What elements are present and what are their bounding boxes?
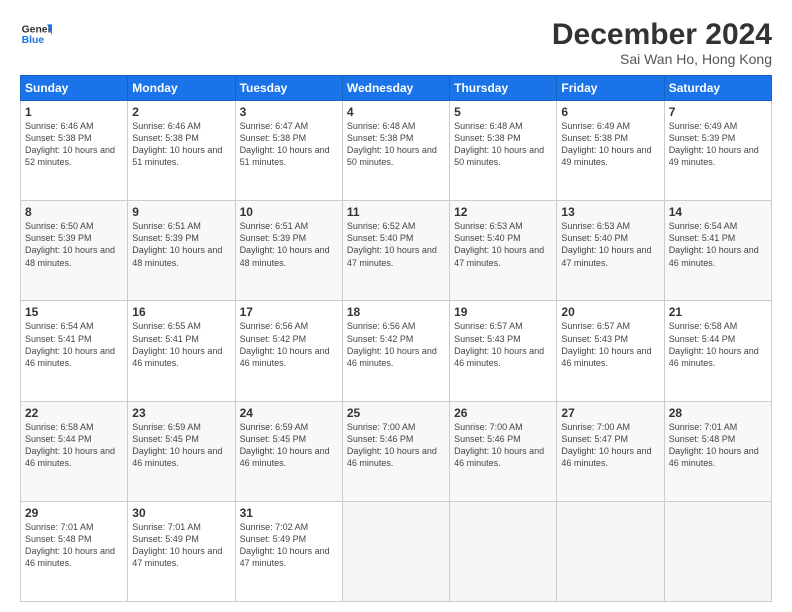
day-29: 29 Sunrise: 7:01 AMSunset: 5:48 PMDaylig…	[21, 501, 128, 601]
col-tuesday: Tuesday	[235, 76, 342, 101]
col-monday: Monday	[128, 76, 235, 101]
day-3: 3 Sunrise: 6:47 AMSunset: 5:38 PMDayligh…	[235, 101, 342, 201]
day-24: 24 Sunrise: 6:59 AMSunset: 5:45 PMDaylig…	[235, 401, 342, 501]
day-14: 14 Sunrise: 6:54 AMSunset: 5:41 PMDaylig…	[664, 201, 771, 301]
empty-cell-3	[557, 501, 664, 601]
day-31: 31 Sunrise: 7:02 AMSunset: 5:49 PMDaylig…	[235, 501, 342, 601]
day-10: 10 Sunrise: 6:51 AMSunset: 5:39 PMDaylig…	[235, 201, 342, 301]
logo: General Blue	[20, 18, 52, 50]
day-26: 26 Sunrise: 7:00 AMSunset: 5:46 PMDaylig…	[450, 401, 557, 501]
day-19: 19 Sunrise: 6:57 AMSunset: 5:43 PMDaylig…	[450, 301, 557, 401]
day-16: 16 Sunrise: 6:55 AMSunset: 5:41 PMDaylig…	[128, 301, 235, 401]
week-4: 22 Sunrise: 6:58 AMSunset: 5:44 PMDaylig…	[21, 401, 772, 501]
svg-text:General: General	[22, 24, 52, 35]
page: General Blue December 2024 Sai Wan Ho, H…	[0, 0, 792, 612]
header: General Blue December 2024 Sai Wan Ho, H…	[20, 18, 772, 67]
day-1: 1 Sunrise: 6:46 AMSunset: 5:38 PMDayligh…	[21, 101, 128, 201]
col-thursday: Thursday	[450, 76, 557, 101]
day-4: 4 Sunrise: 6:48 AMSunset: 5:38 PMDayligh…	[342, 101, 449, 201]
subtitle: Sai Wan Ho, Hong Kong	[552, 51, 772, 67]
day-22: 22 Sunrise: 6:58 AMSunset: 5:44 PMDaylig…	[21, 401, 128, 501]
svg-text:Blue: Blue	[22, 35, 45, 46]
day-18: 18 Sunrise: 6:56 AMSunset: 5:42 PMDaylig…	[342, 301, 449, 401]
day-13: 13 Sunrise: 6:53 AMSunset: 5:40 PMDaylig…	[557, 201, 664, 301]
header-row: Sunday Monday Tuesday Wednesday Thursday…	[21, 76, 772, 101]
day-6: 6 Sunrise: 6:49 AMSunset: 5:38 PMDayligh…	[557, 101, 664, 201]
day-8: 8 Sunrise: 6:50 AMSunset: 5:39 PMDayligh…	[21, 201, 128, 301]
day-23: 23 Sunrise: 6:59 AMSunset: 5:45 PMDaylig…	[128, 401, 235, 501]
day-15: 15 Sunrise: 6:54 AMSunset: 5:41 PMDaylig…	[21, 301, 128, 401]
calendar-table: Sunday Monday Tuesday Wednesday Thursday…	[20, 75, 772, 602]
col-sunday: Sunday	[21, 76, 128, 101]
week-5: 29 Sunrise: 7:01 AMSunset: 5:48 PMDaylig…	[21, 501, 772, 601]
col-friday: Friday	[557, 76, 664, 101]
col-saturday: Saturday	[664, 76, 771, 101]
day-17: 17 Sunrise: 6:56 AMSunset: 5:42 PMDaylig…	[235, 301, 342, 401]
day-11: 11 Sunrise: 6:52 AMSunset: 5:40 PMDaylig…	[342, 201, 449, 301]
empty-cell-4	[664, 501, 771, 601]
day-7: 7 Sunrise: 6:49 AMSunset: 5:39 PMDayligh…	[664, 101, 771, 201]
day-9: 9 Sunrise: 6:51 AMSunset: 5:39 PMDayligh…	[128, 201, 235, 301]
day-27: 27 Sunrise: 7:00 AMSunset: 5:47 PMDaylig…	[557, 401, 664, 501]
empty-cell-1	[342, 501, 449, 601]
day-20: 20 Sunrise: 6:57 AMSunset: 5:43 PMDaylig…	[557, 301, 664, 401]
day-28: 28 Sunrise: 7:01 AMSunset: 5:48 PMDaylig…	[664, 401, 771, 501]
day-12: 12 Sunrise: 6:53 AMSunset: 5:40 PMDaylig…	[450, 201, 557, 301]
title-block: December 2024 Sai Wan Ho, Hong Kong	[552, 18, 772, 67]
day-5: 5 Sunrise: 6:48 AMSunset: 5:38 PMDayligh…	[450, 101, 557, 201]
day-2: 2 Sunrise: 6:46 AMSunset: 5:38 PMDayligh…	[128, 101, 235, 201]
main-title: December 2024	[552, 18, 772, 51]
empty-cell-2	[450, 501, 557, 601]
col-wednesday: Wednesday	[342, 76, 449, 101]
week-2: 8 Sunrise: 6:50 AMSunset: 5:39 PMDayligh…	[21, 201, 772, 301]
week-1: 1 Sunrise: 6:46 AMSunset: 5:38 PMDayligh…	[21, 101, 772, 201]
logo-icon: General Blue	[20, 18, 52, 50]
day-21: 21 Sunrise: 6:58 AMSunset: 5:44 PMDaylig…	[664, 301, 771, 401]
day-25: 25 Sunrise: 7:00 AMSunset: 5:46 PMDaylig…	[342, 401, 449, 501]
week-3: 15 Sunrise: 6:54 AMSunset: 5:41 PMDaylig…	[21, 301, 772, 401]
day-30: 30 Sunrise: 7:01 AMSunset: 5:49 PMDaylig…	[128, 501, 235, 601]
